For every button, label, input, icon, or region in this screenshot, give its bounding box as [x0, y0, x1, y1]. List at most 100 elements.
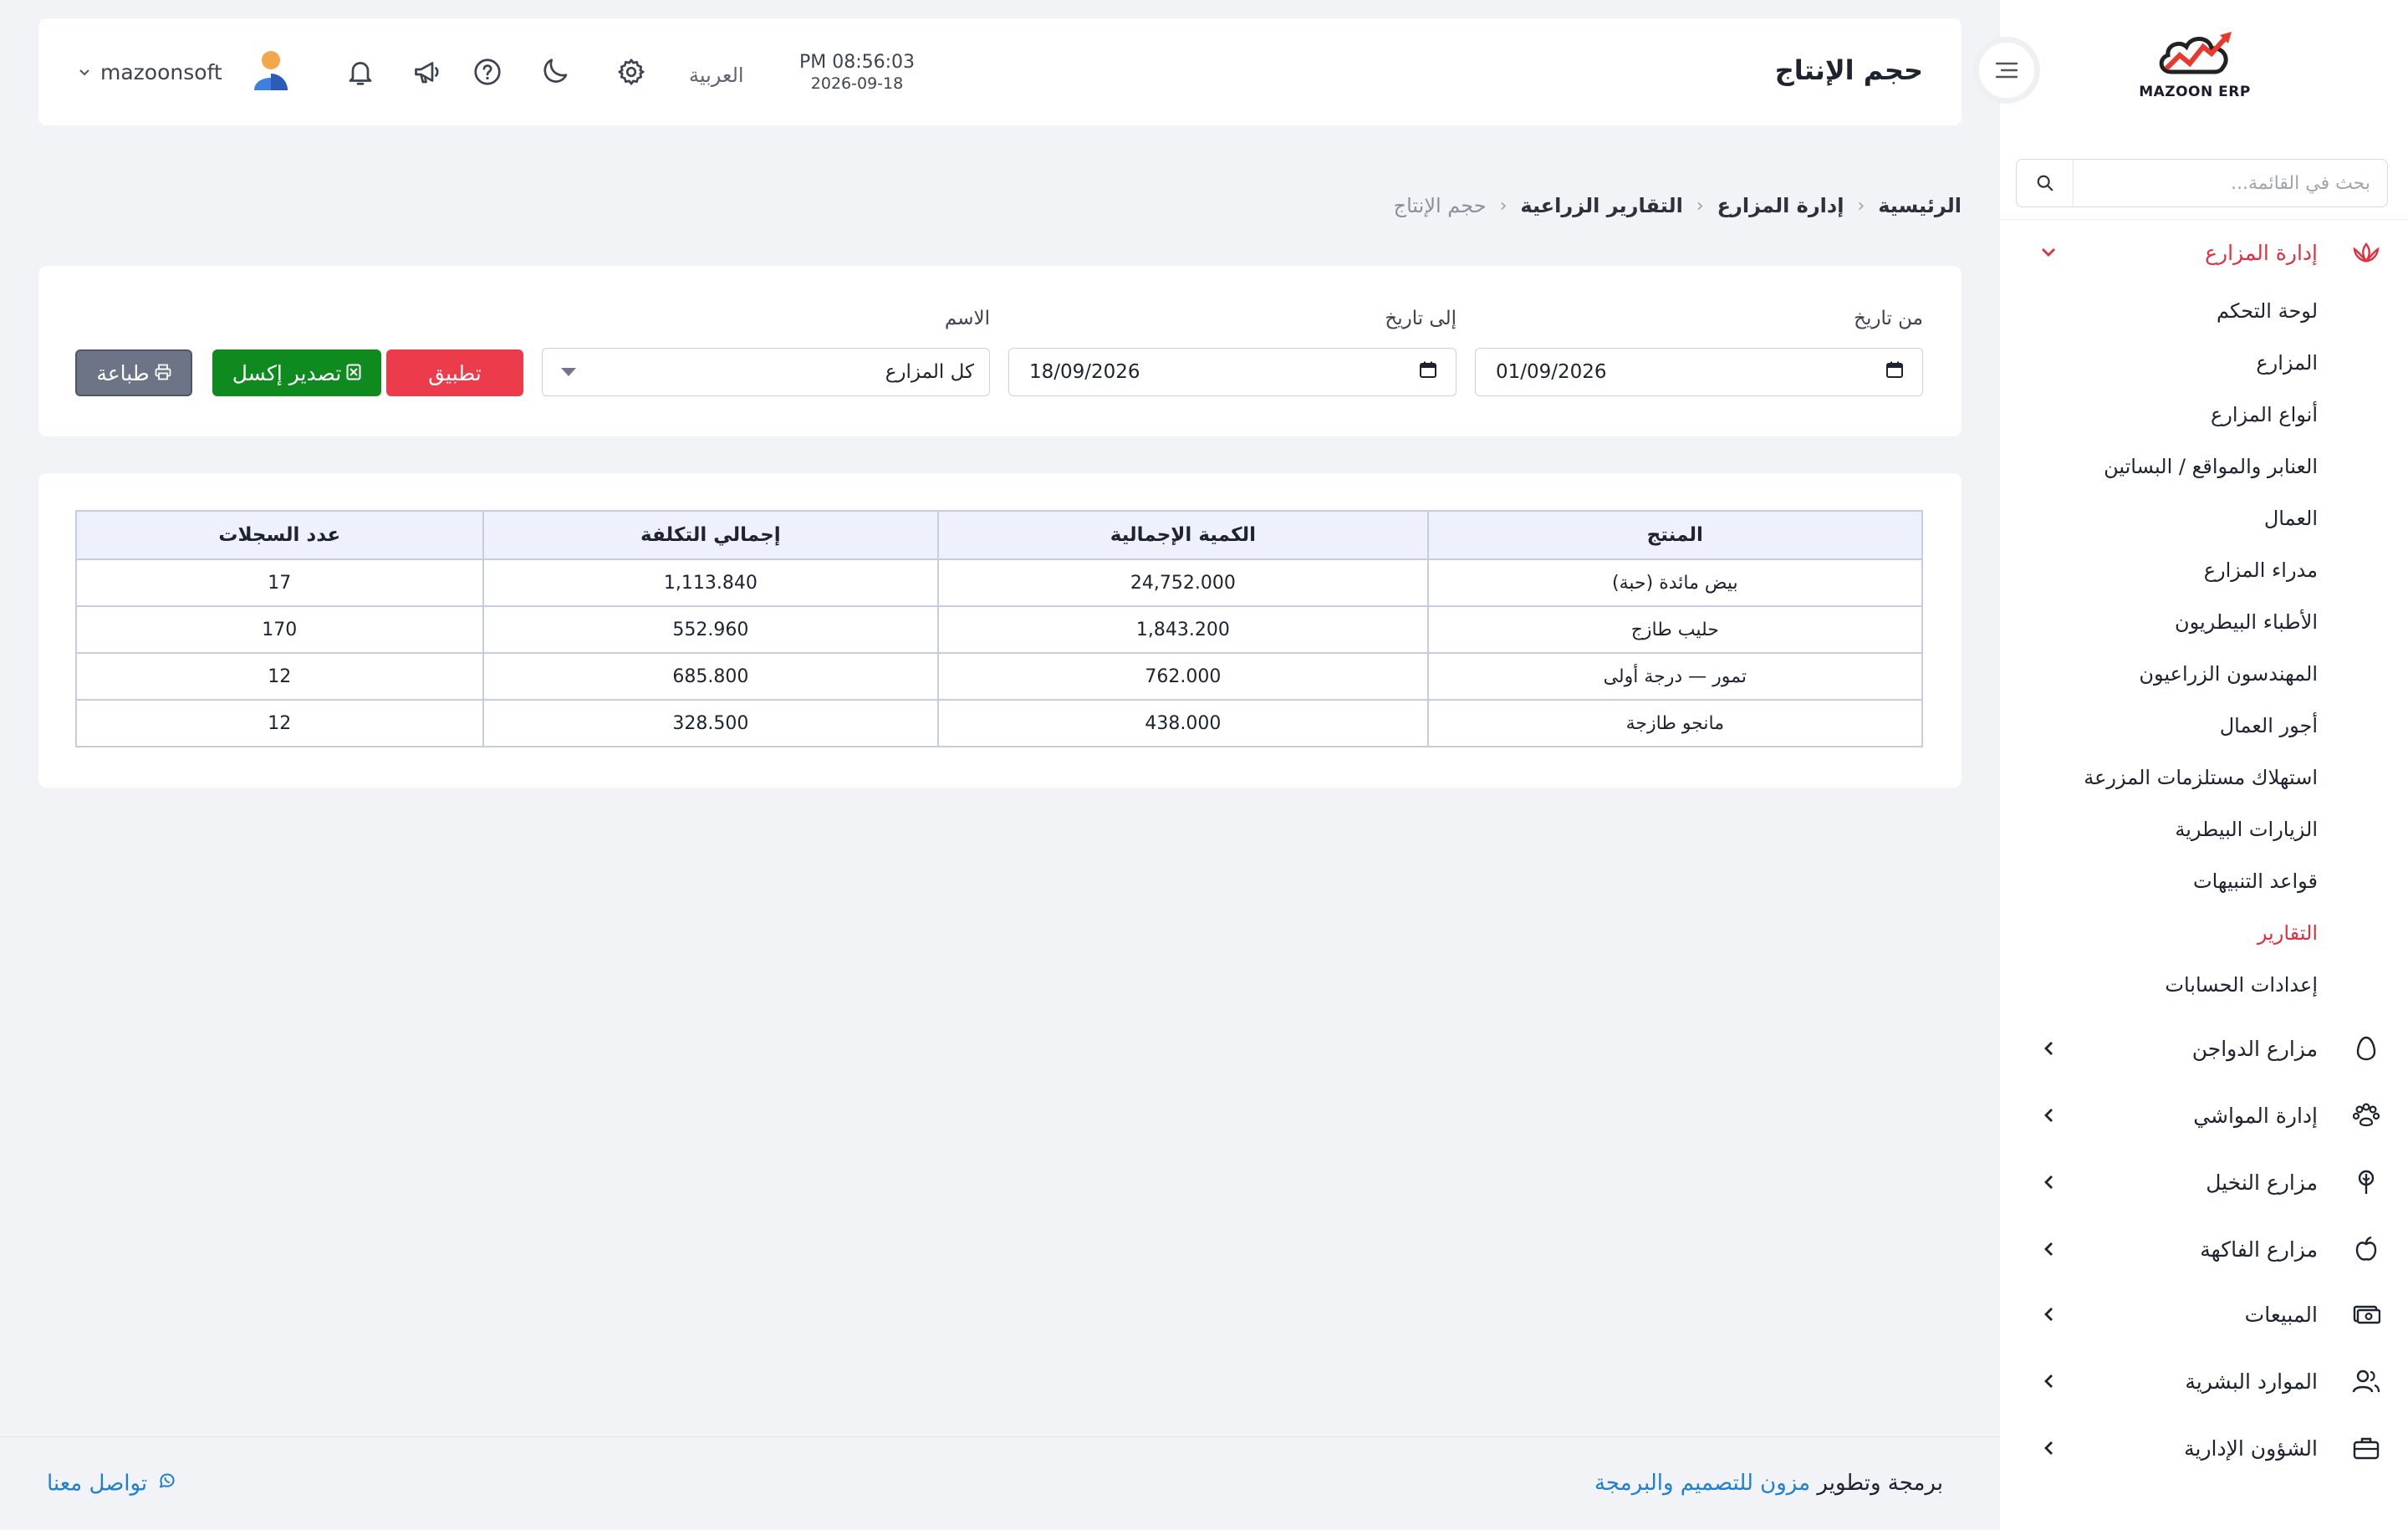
sidebar-item-supplies-consumption[interactable]: استهلاك مستلزمات المزرعة — [2084, 766, 2318, 789]
cell-total-quantity: 438.000 — [937, 699, 1429, 747]
sidebar-search — [2016, 159, 2388, 207]
cell-total-quantity: 24,752.000 — [937, 558, 1429, 607]
column-header-total-quantity[interactable]: الكمية الإجمالية — [937, 510, 1429, 560]
sidebar-group-label: إدارة المزارع — [2205, 240, 2318, 265]
chevron-left-icon — [2037, 1436, 2060, 1460]
clock-date: 2026-09-18 — [810, 74, 904, 93]
cell-total-quantity: 1,843.200 — [937, 605, 1429, 654]
to-date-input[interactable]: 18/09/2026 — [1008, 348, 1457, 396]
table-row: تمور — درجة أولى 762.000 685.800 12 — [75, 652, 1924, 701]
farm-select[interactable]: كل المزارع — [542, 348, 990, 396]
sidebar-item-farms[interactable]: المزارع — [2256, 351, 2318, 375]
sidebar-item-alert-rules[interactable]: قواعد التنبيهات — [2193, 870, 2318, 893]
sidebar-divider — [2000, 219, 2408, 220]
cell-record-count: 17 — [75, 558, 484, 607]
breadcrumb-agri-reports[interactable]: التقارير الزراعية — [1520, 194, 1682, 217]
paw-icon — [2351, 1100, 2381, 1130]
clock: PM 08:56:03 2026-09-18 — [794, 52, 920, 93]
column-header-total-cost[interactable]: إجمالي التكلفة — [482, 510, 940, 560]
breadcrumb-current: حجم الإنتاج — [1393, 194, 1487, 217]
chevron-left-icon: ‹ — [1499, 195, 1508, 217]
apply-button[interactable]: تطبيق — [386, 349, 523, 396]
cell-record-count: 170 — [75, 605, 484, 654]
cell-product: بيض مائدة (حبة) — [1426, 558, 1924, 607]
sidebar-group-palm-farms[interactable]: مزارع النخيل — [2000, 1157, 2408, 1207]
briefcase-icon — [2351, 1433, 2381, 1463]
chevron-left-icon: ‹ — [1696, 195, 1704, 217]
breadcrumb: الرئيسية ‹ إدارة المزارع ‹ التقارير الزر… — [1394, 194, 1962, 217]
sidebar-item-reports[interactable]: التقارير — [2258, 921, 2318, 945]
sidebar-search-input[interactable] — [2074, 160, 2387, 207]
menu-icon — [1995, 62, 2018, 79]
sidebar-item-workers[interactable]: العمال — [2264, 507, 2318, 530]
sidebar-item-farm-managers[interactable]: مدراء المزارع — [2204, 558, 2318, 582]
calendar-icon[interactable] — [1885, 360, 1904, 384]
cash-icon — [2351, 1299, 2381, 1329]
sidebar-group-sales[interactable]: المبيعات — [2000, 1289, 2408, 1339]
table-row: بيض مائدة (حبة) 24,752.000 1,113.840 17 — [75, 558, 1924, 607]
cell-product: مانجو طازجة — [1426, 699, 1924, 747]
cell-total-cost: 685.800 — [482, 652, 940, 701]
sidebar-group-label: مزارع النخيل — [2206, 1170, 2318, 1195]
column-header-record-count[interactable]: عدد السجلات — [75, 510, 484, 560]
sidebar-toggle-button[interactable] — [1973, 37, 2040, 104]
from-date-input[interactable]: 01/09/2026 — [1475, 348, 1923, 396]
calendar-icon[interactable] — [1419, 360, 1437, 384]
print-button[interactable]: طباعة — [75, 349, 192, 396]
export-excel-button[interactable]: تصدير إكسل — [212, 349, 381, 396]
chevron-left-icon: ‹ — [1857, 195, 1865, 217]
chevron-down-icon — [2037, 241, 2060, 264]
excel-icon — [346, 361, 361, 385]
avatar — [253, 48, 289, 95]
apple-icon — [2351, 1234, 2381, 1264]
sidebar-group-fruit-farms[interactable]: مزارع الفاكهة — [2000, 1224, 2408, 1274]
chevron-left-icon — [2037, 1104, 2060, 1127]
sidebar-item-wards-locations[interactable]: العنابر والمواقع / البساتين — [2104, 455, 2318, 478]
sidebar-group-hr[interactable]: الموارد البشرية — [2000, 1356, 2408, 1406]
filter-card: من تاريخ 01/09/2026 إلى تاريخ 18/09/2026… — [38, 266, 1962, 436]
sidebar-item-agri-engineers[interactable]: المهندسون الزراعيون — [2139, 662, 2318, 686]
help-icon[interactable] — [468, 53, 507, 91]
bell-icon[interactable] — [341, 53, 380, 91]
farm-select-value: كل المزارع — [885, 361, 974, 383]
footer-divider — [0, 1436, 2000, 1437]
sidebar-item-veterinarians[interactable]: الأطباء البيطريون — [2175, 610, 2318, 634]
megaphone-icon[interactable] — [408, 53, 446, 91]
lotus-icon — [2351, 237, 2381, 268]
column-header-product[interactable]: المنتج — [1426, 510, 1924, 560]
sidebar-group-farm-management[interactable]: إدارة المزارع — [2000, 227, 2408, 278]
cell-total-cost: 1,113.840 — [482, 558, 940, 607]
breadcrumb-home[interactable]: الرئيسية — [1878, 194, 1962, 217]
logo-cloud-icon — [2159, 32, 2232, 74]
palm-icon — [2351, 1167, 2381, 1197]
breadcrumb-farm-management[interactable]: إدارة المزارع — [1717, 194, 1844, 217]
gear-icon[interactable] — [612, 53, 650, 91]
search-icon[interactable] — [2017, 160, 2074, 207]
chevron-left-icon — [2037, 1170, 2060, 1194]
to-date-value: 18/09/2026 — [1029, 361, 1140, 383]
name-label: الاسم — [944, 308, 990, 329]
sidebar-group-poultry[interactable]: مزارع الدواجن — [2000, 1023, 2408, 1074]
cell-total-quantity: 762.000 — [937, 652, 1429, 701]
sidebar-group-livestock[interactable]: إدارة المواشي — [2000, 1090, 2408, 1140]
language-switch[interactable]: العربية — [689, 64, 744, 87]
sidebar-item-dashboard[interactable]: لوحة التحكم — [2217, 299, 2318, 323]
user-menu[interactable]: mazoonsoft — [79, 48, 289, 95]
app-logo[interactable]: MAZOON ERP — [2132, 30, 2258, 114]
sidebar-item-vet-visits[interactable]: الزيارات البيطرية — [2175, 818, 2318, 841]
sidebar-item-account-settings[interactable]: إعدادات الحسابات — [2165, 973, 2318, 997]
footer-brand-link[interactable]: مزون للتصميم والبرمجة — [1594, 1471, 1810, 1496]
chevron-left-icon — [2037, 1303, 2060, 1326]
cell-total-cost: 552.960 — [482, 605, 940, 654]
chevron-left-icon — [2037, 1237, 2060, 1261]
sidebar-group-admin-affairs[interactable]: الشؤون الإدارية — [2000, 1423, 2408, 1473]
cell-total-cost: 328.500 — [482, 699, 940, 747]
page-title: حجم الإنتاج — [1774, 54, 1923, 86]
contact-link[interactable]: تواصل معنا — [47, 1471, 177, 1497]
sidebar-item-worker-wages[interactable]: أجور العمال — [2220, 714, 2318, 737]
sidebar-group-label: المبيعات — [2244, 1302, 2318, 1327]
table-header-row: المنتج الكمية الإجمالية إجمالي التكلفة ع… — [75, 510, 1924, 560]
table-row: حليب طازج 1,843.200 552.960 170 — [75, 605, 1924, 654]
sidebar-item-farm-types[interactable]: أنواع المزارع — [2211, 403, 2318, 426]
moon-icon[interactable] — [537, 53, 575, 91]
